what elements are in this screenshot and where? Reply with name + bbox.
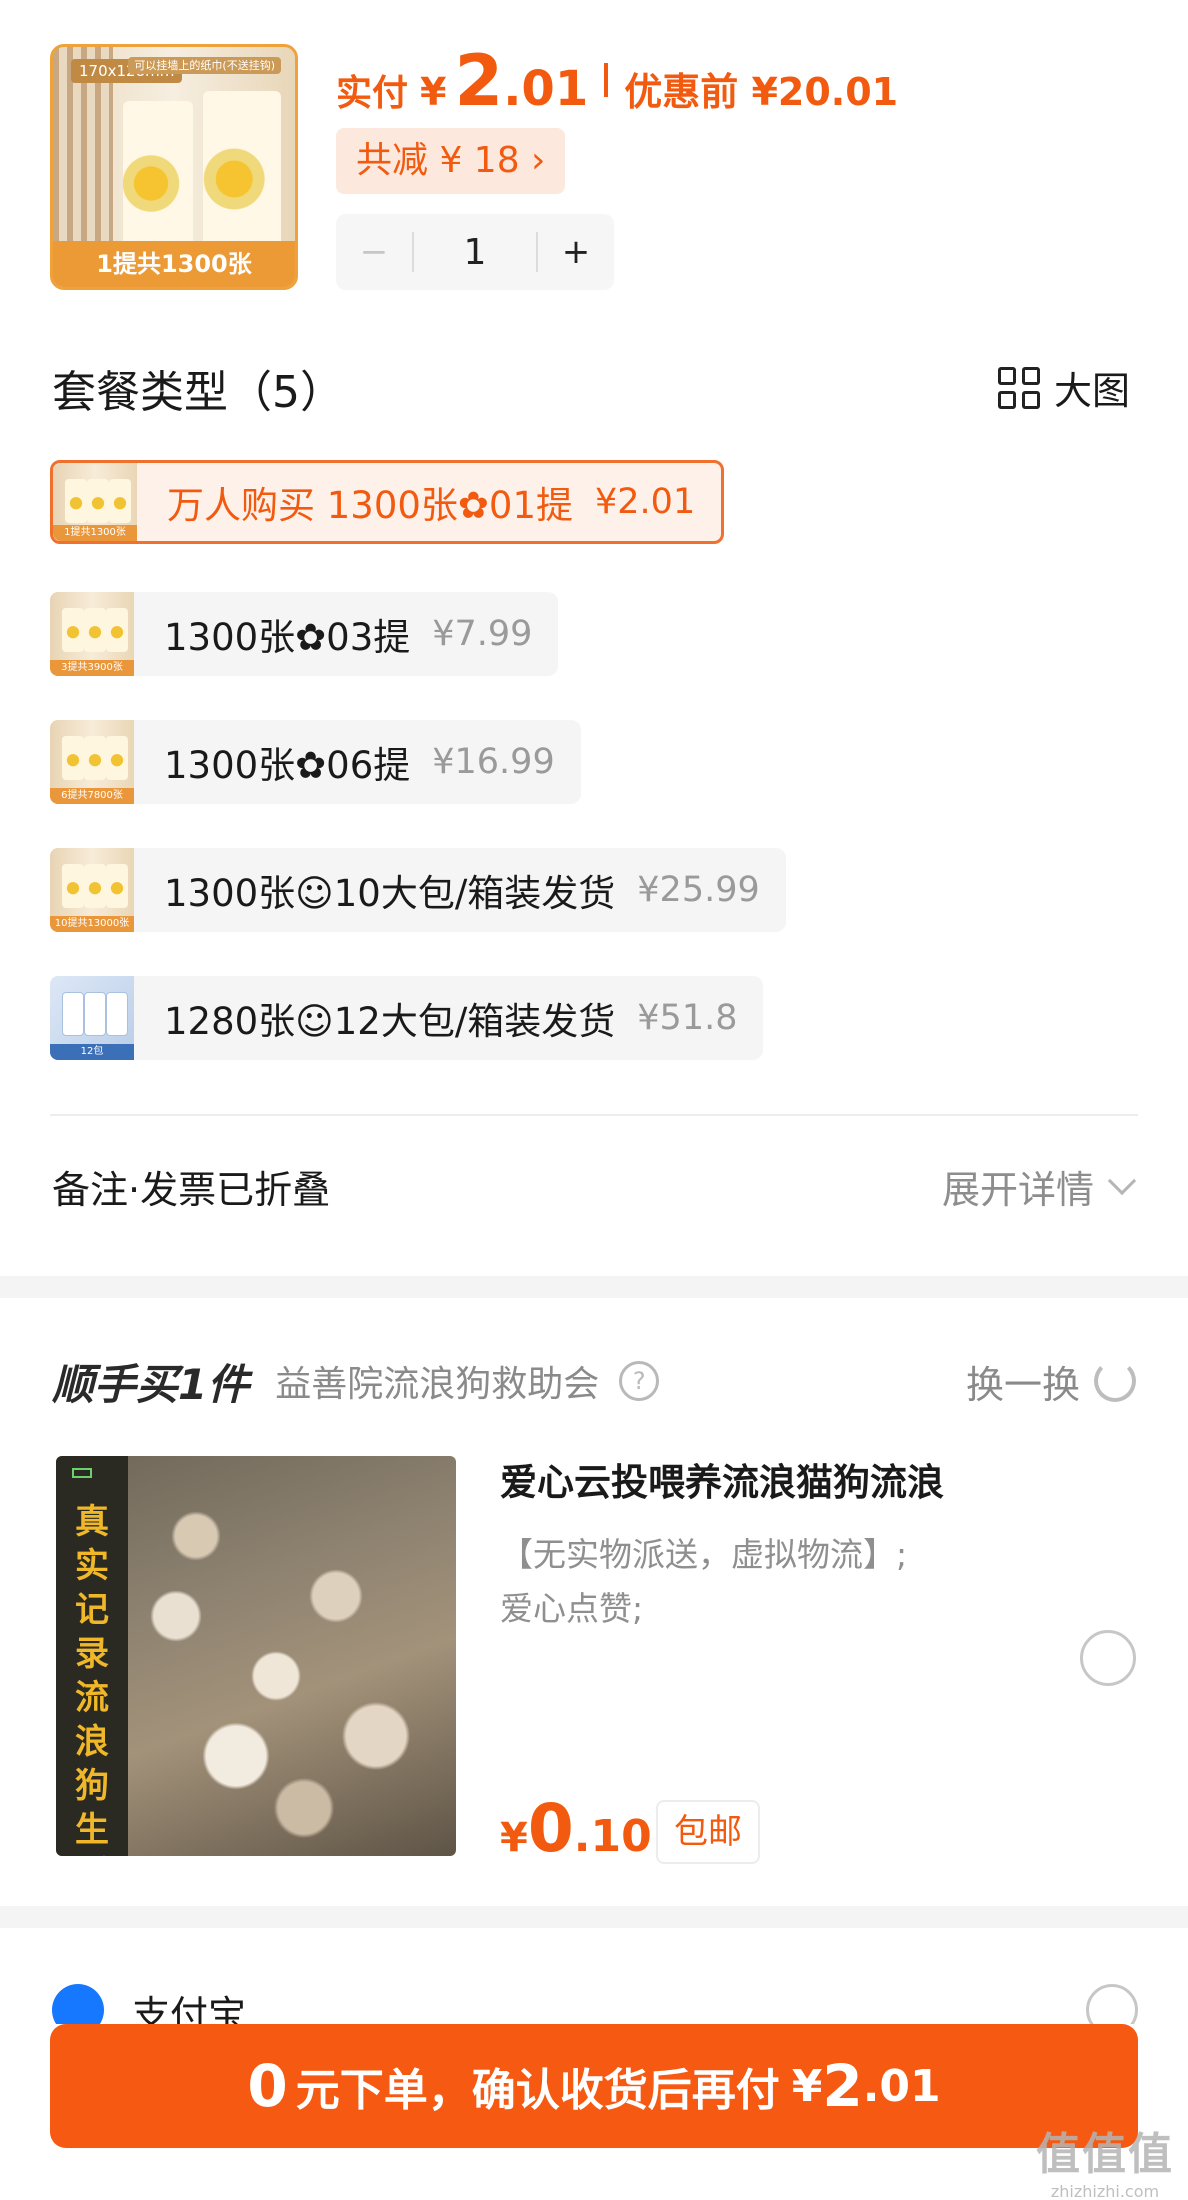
- package-thumbnail: 1提共1300张: [53, 463, 137, 541]
- thumbnail-banner: 1提共1300张: [53, 241, 295, 287]
- package-option-label: 1300张✿06提: [164, 744, 411, 787]
- addon-desc-line: 爱心点赞;: [500, 1589, 644, 1628]
- cta-amount-int: 2: [822, 2052, 863, 2120]
- addon-title: 顺手买1件: [52, 1359, 250, 1409]
- pay-label: 实付: [336, 73, 409, 114]
- package-option-3[interactable]: 6提共7800张 1300张✿06提 ¥16.99: [50, 720, 581, 804]
- addon-organization: 益善院流浪狗救助会: [275, 1364, 600, 1405]
- grid-icon: [997, 366, 1040, 409]
- package-option-label: 1300张✿03提: [164, 616, 411, 659]
- addon-select-radio[interactable]: [1080, 1630, 1136, 1686]
- increase-button[interactable]: +: [538, 232, 614, 272]
- image-caption: 真实记录流浪狗生活: [75, 1502, 109, 1856]
- section-gap: [0, 1276, 1188, 1298]
- help-icon[interactable]: ?: [619, 1361, 660, 1401]
- package-option-1[interactable]: 1提共1300张 万人购买 1300张✿01提 ¥2.01: [50, 460, 725, 544]
- place-order-button[interactable]: 0 元下单，确认收货后再付 ¥ 2 .01: [50, 2024, 1138, 2148]
- package-option-2[interactable]: 3提共3900张 1300张✿03提 ¥7.99: [50, 592, 559, 676]
- payment-method-name: 支付宝: [132, 1993, 247, 2024]
- package-option-price: ¥25.99: [637, 870, 760, 910]
- addon-header: 顺手买1件 益善院流浪狗救助会 ? 换一换: [52, 1346, 1136, 1416]
- decrease-button[interactable]: −: [336, 232, 412, 272]
- package-thumb-badge: 6提共7800张: [50, 788, 134, 804]
- expand-details-label: 展开详情: [941, 1167, 1094, 1212]
- cta-amount-dec: .01: [862, 2060, 941, 2112]
- package-option-price: ¥16.99: [432, 742, 555, 782]
- quantity-stepper: − 1 +: [336, 214, 614, 290]
- addon-product-name[interactable]: 爱心云投喂养流浪猫狗流浪: [500, 1452, 944, 1506]
- addon-price-int: 0: [527, 1790, 574, 1867]
- price-separator: [604, 63, 609, 97]
- alipay-icon: [52, 1984, 104, 2024]
- package-option-price: ¥51.8: [637, 998, 738, 1038]
- remark-invoice-label: 备注·发票已折叠: [52, 1167, 331, 1212]
- addon-product-desc: 【无实物派送，虚拟物流】; 爱心点赞;: [500, 1528, 907, 1636]
- package-thumbnail: 12包: [50, 976, 134, 1060]
- watermark-logo: 值值值: [1036, 2129, 1174, 2180]
- swap-label: 换一换: [965, 1362, 1080, 1407]
- package-option-label: 1300张☺10大包/箱装发货: [164, 872, 616, 915]
- package-option-label: 1280张☺12大包/箱装发货: [164, 1000, 616, 1043]
- package-option-5[interactable]: 12包 1280张☺12大包/箱装发货 ¥51.8: [50, 976, 764, 1060]
- pay-amount-dec: .01: [503, 61, 589, 117]
- section-divider: [50, 1114, 1138, 1116]
- pay-amount-line: 实付 ¥ 2 .01 优惠前 ¥20.01: [336, 40, 899, 122]
- expand-details-button[interactable]: 展开详情: [941, 1159, 1137, 1214]
- swap-button[interactable]: 换一换: [966, 1354, 1136, 1409]
- addon-price-currency: ¥: [500, 1815, 528, 1861]
- package-option-label: 万人购买 1300张✿01提: [167, 484, 574, 527]
- package-option-price: ¥7.99: [432, 614, 533, 654]
- cta-zero: 0: [247, 2052, 288, 2120]
- cta-currency: ¥: [791, 2060, 823, 2112]
- cta-text: 元下单，确认收货后再付: [295, 2065, 780, 2116]
- free-shipping-badge: 包邮: [656, 1800, 760, 1864]
- pay-currency: ¥: [420, 70, 447, 114]
- refresh-icon: [1094, 1360, 1136, 1402]
- big-picture-toggle[interactable]: 大图: [997, 360, 1130, 415]
- battery-icon: [72, 1468, 92, 1478]
- big-picture-label: 大图: [1053, 369, 1130, 413]
- product-thumbnail[interactable]: 170x128mm 可以挂墙上的纸巾(不送挂钩) 1提共1300张: [50, 44, 298, 290]
- discount-chip[interactable]: 共减 ¥ 18 ›: [336, 128, 566, 194]
- package-thumb-badge: 10提共13000张: [50, 916, 134, 932]
- package-thumb-badge: 12包: [50, 1044, 134, 1060]
- quantity-value[interactable]: 1: [414, 232, 536, 273]
- addon-price-dec: .10: [573, 1811, 652, 1862]
- package-thumb-badge: 3提共3900张: [50, 660, 134, 676]
- watermark: 值值值 zhizhizhi.com: [1036, 2118, 1174, 2200]
- thumbnail-note: 可以挂墙上的纸巾(不送挂钩): [128, 57, 281, 75]
- payment-method-row[interactable]: 支付宝: [52, 1984, 1138, 2024]
- package-option-price: ¥2.01: [595, 482, 696, 522]
- payment-radio[interactable]: [1086, 1984, 1138, 2024]
- addon-desc-line: 【无实物派送，虚拟物流】;: [500, 1535, 908, 1574]
- section-gap: [0, 1906, 1188, 1928]
- package-thumbnail: 3提共3900张: [50, 592, 134, 676]
- addon-product-image[interactable]: 真实记录流浪狗生活: [56, 1456, 456, 1856]
- watermark-url: zhizhizhi.com: [1050, 2182, 1160, 2200]
- tissue-pack-image: [203, 91, 281, 251]
- pay-amount-int: 2: [454, 40, 504, 122]
- package-thumbnail: 6提共7800张: [50, 720, 134, 804]
- original-price: 优惠前 ¥20.01: [624, 70, 899, 114]
- chevron-down-icon: [1107, 1166, 1137, 1196]
- tissue-pack-image: [123, 101, 193, 251]
- package-type-title: 套餐类型（5）: [52, 367, 344, 418]
- package-option-4[interactable]: 10提共13000张 1300张☺10大包/箱装发货 ¥25.99: [50, 848, 786, 932]
- remark-invoice-row[interactable]: 备注·发票已折叠 展开详情: [52, 1150, 1137, 1222]
- package-thumb-badge: 1提共1300张: [53, 525, 137, 541]
- package-thumbnail: 10提共13000张: [50, 848, 134, 932]
- addon-price: ¥ 0 .10: [500, 1790, 652, 1867]
